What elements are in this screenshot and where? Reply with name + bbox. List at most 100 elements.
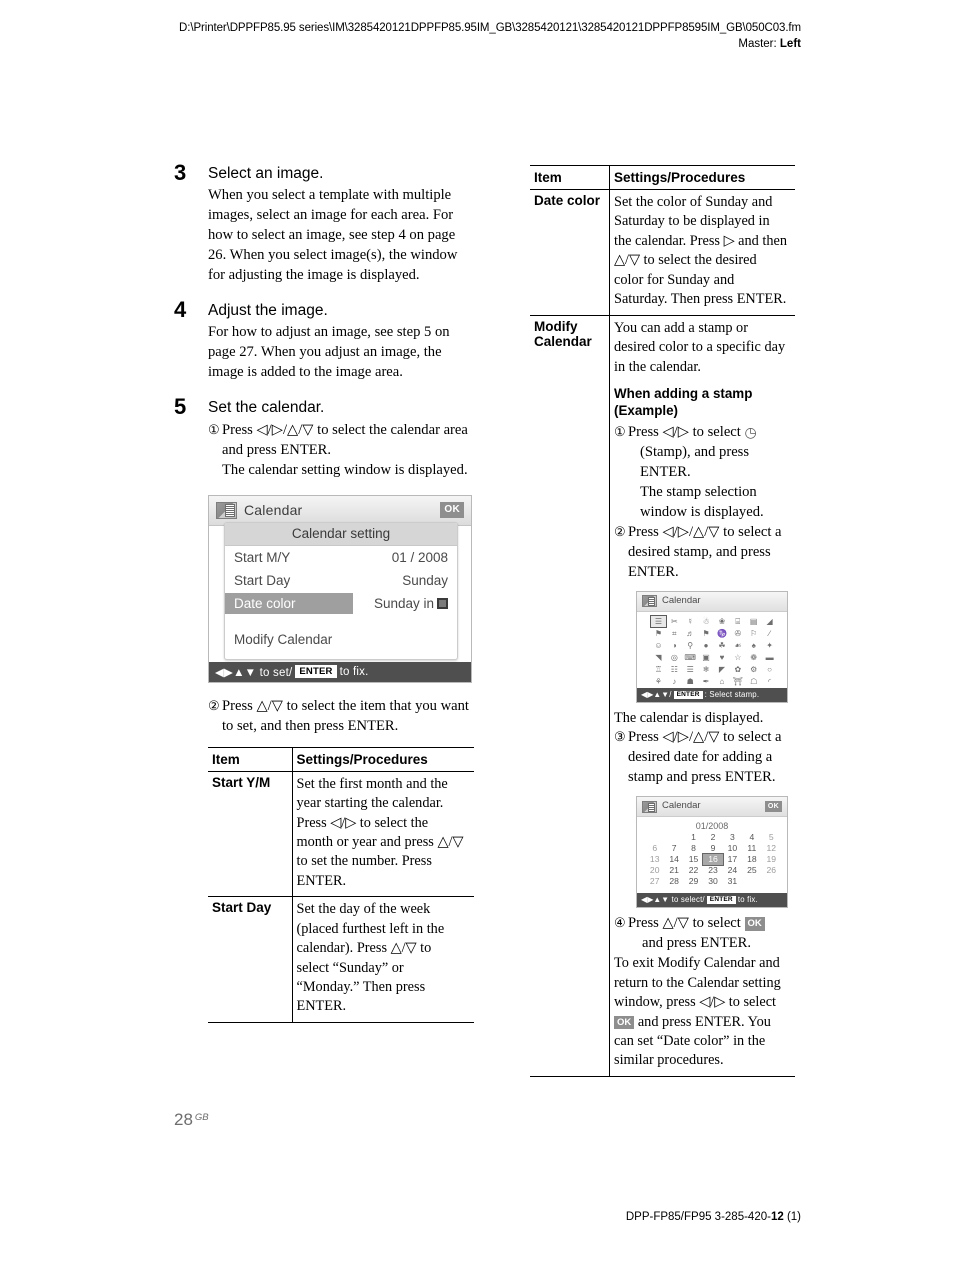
stamp-cell[interactable]: ◥	[651, 652, 666, 663]
date-cell[interactable]: 11	[742, 843, 761, 854]
stamp-cell[interactable]: ⌂	[715, 676, 730, 687]
date-cell[interactable]: 23	[703, 865, 722, 876]
stamp-cell[interactable]: ☰	[683, 664, 698, 675]
stamp-cell[interactable]: ❀	[715, 616, 730, 627]
date-cell[interactable]: 6	[645, 843, 664, 854]
date-cell[interactable]: 25	[742, 865, 761, 876]
stamp-cell[interactable]: ◑	[667, 640, 682, 651]
setting-row-modify-calendar[interactable]: Modify Calendar	[225, 628, 457, 651]
stamp-cell[interactable]: ◎	[667, 652, 682, 663]
stamp-cell[interactable]: ♥	[715, 652, 730, 663]
stamp-cell[interactable]: ⚐	[746, 628, 761, 639]
stamp-cell[interactable]: ☿	[683, 616, 698, 627]
statusbar-suffix: to fix.	[737, 894, 758, 904]
stamp-cell[interactable]: ♪	[667, 676, 682, 687]
date-cell[interactable]: 18	[742, 854, 761, 865]
statusbar-suffix: to fix.	[339, 665, 369, 678]
date-cell[interactable]: 1	[684, 832, 703, 843]
date-cell[interactable]: 26	[762, 865, 781, 876]
stamp-cell[interactable]: ⚙	[746, 664, 761, 675]
stamp-cell[interactable]: ◤	[715, 664, 730, 675]
setting-row-date-color[interactable]: Date color Sunday in	[225, 592, 457, 615]
date-cell[interactable]: 28	[664, 876, 683, 887]
stamp-cell[interactable]: ◜	[762, 676, 777, 687]
date-cell[interactable]: 29	[684, 876, 703, 887]
date-cell[interactable]: 19	[762, 854, 781, 865]
date-cell[interactable]: 9	[703, 843, 722, 854]
stamp-cell[interactable]: ✇	[730, 628, 745, 639]
stamp-cell[interactable]: ☆	[730, 652, 745, 663]
date-cell[interactable]: 31	[723, 876, 742, 887]
stamp-cell[interactable]: ♠	[746, 640, 761, 651]
date-cell[interactable]: 5	[762, 832, 781, 843]
stamp-cell[interactable]: ☰	[650, 614, 667, 628]
stamp-cell[interactable]: ✂	[667, 616, 682, 627]
stamp-cell[interactable]: ⌗	[667, 628, 682, 639]
stamp-cell[interactable]: ⚑	[699, 628, 714, 639]
stamp-grid[interactable]: ☰ ✂ ☿ ☃ ❀ ⌸ ▤ ◢ ⚑ ⌗ ♬ ⚑ ♑ ✇ ⚐ ∕ ☺ ◑ ⚲ ● ☘ ☙ ♠ ✦ ◥ ◎ ⌨ ▣ ♥ ☆ ❁ ▬ ♖ ☷ ☰ ❄ ◤ ✿ ⚙ ○…	[650, 614, 777, 699]
stamp-cell[interactable]: ◢	[762, 616, 777, 627]
stamp-cell[interactable]: ⛩	[730, 676, 745, 687]
date-cell[interactable]: 30	[703, 876, 722, 887]
column-header-settings: Settings/Procedures	[292, 746, 474, 772]
setting-row-start-my[interactable]: Start M/Y 01 / 2008	[225, 546, 457, 569]
stamp-cell[interactable]: ⌨	[683, 652, 698, 663]
stamp-cell[interactable]: ❄	[699, 664, 714, 675]
date-cell[interactable]: 7	[664, 843, 683, 854]
calendar-date-grid[interactable]: 1 2 3 4 5 6 7 8 9 10 11 12 13 14 15 16 17 18 19 20 21 22 23 24 2…	[645, 832, 781, 887]
stamp-cell[interactable]: ∕	[762, 628, 777, 639]
stamp-cell[interactable]: ✿	[730, 664, 745, 675]
stamp-cell[interactable]: ☷	[667, 664, 682, 675]
date-cell[interactable]: 20	[645, 865, 664, 876]
date-cell[interactable]: 21	[664, 865, 683, 876]
stamp-cell[interactable]: ☙	[730, 640, 745, 651]
stamp-cell[interactable]: ✒	[699, 676, 714, 687]
date-cell[interactable]: 16	[702, 853, 724, 867]
date-cell[interactable]: 17	[723, 854, 742, 865]
date-cell[interactable]: 2	[703, 832, 722, 843]
stamp-cell[interactable]: ☘	[715, 640, 730, 651]
page-number: 28 GB	[174, 1110, 209, 1130]
column-header-item: Item	[208, 746, 292, 772]
stamp-cell[interactable]: ⚲	[683, 640, 698, 651]
date-cell-empty	[742, 876, 761, 887]
date-cell[interactable]: 4	[742, 832, 761, 843]
stamp-cell[interactable]: ♖	[651, 664, 666, 675]
substep-text-b: and press ENTER.	[642, 935, 752, 952]
stamp-cell[interactable]: ⚑	[651, 628, 666, 639]
stamp-cell[interactable]: ♑	[715, 628, 730, 639]
stamp-cell[interactable]: ○	[762, 664, 777, 675]
stamp-cell[interactable]: ❁	[746, 652, 761, 663]
setting-row-start-day[interactable]: Start Day Sunday	[225, 569, 457, 592]
stamp-cell[interactable]: ♬	[683, 628, 698, 639]
stamp-cell[interactable]: ☃	[699, 616, 714, 627]
stamp-cell[interactable]: ☖	[746, 676, 761, 687]
date-cell[interactable]: 24	[723, 865, 742, 876]
date-cell[interactable]: 12	[762, 843, 781, 854]
stamp-cell[interactable]: ⚘	[651, 676, 666, 687]
stamp-cell[interactable]: ☗	[683, 676, 698, 687]
stamp-cell[interactable]: ▣	[699, 652, 714, 663]
date-cell[interactable]: 15	[684, 854, 703, 865]
stamp-cell[interactable]: ☺	[651, 640, 666, 651]
table-row: Start Day Set the day of the week (place…	[208, 896, 474, 1023]
substep-marker: ③	[614, 729, 626, 745]
date-cell[interactable]: 14	[664, 854, 683, 865]
date-cell[interactable]: 10	[723, 843, 742, 854]
ok-badge[interactable]: OK	[764, 801, 782, 813]
panel-title: Calendar setting	[225, 522, 457, 546]
stamp-cell[interactable]: ⌸	[730, 616, 745, 627]
date-cell[interactable]: 8	[684, 843, 703, 854]
date-cell[interactable]: 13	[645, 854, 664, 865]
stamp-cell[interactable]: ▤	[746, 616, 761, 627]
date-cell[interactable]: 27	[645, 876, 664, 887]
stamp-cell[interactable]: ▬	[762, 652, 777, 663]
stamp-cell[interactable]: ●	[699, 640, 714, 651]
enter-key-badge: ENTER	[706, 895, 736, 905]
date-cell[interactable]: 22	[684, 865, 703, 876]
page-number-value: 28	[174, 1110, 193, 1129]
ok-badge[interactable]: OK	[440, 502, 464, 519]
lcd-statusbar: ◀▶▲▼/ ENTER : Select stamp.	[637, 687, 787, 702]
date-cell[interactable]: 3	[723, 832, 742, 843]
stamp-cell[interactable]: ✦	[762, 640, 777, 651]
